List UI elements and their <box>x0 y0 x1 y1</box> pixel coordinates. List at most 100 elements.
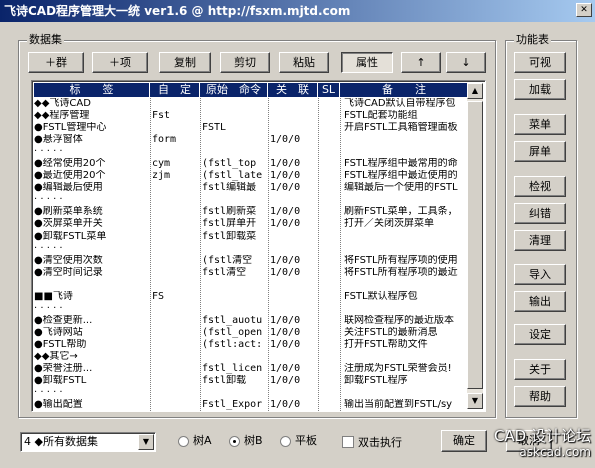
side-button-1[interactable]: 加载 <box>514 79 566 100</box>
cell-c4: 注册成为FSTL荣誉会员! <box>344 363 452 375</box>
table-row[interactable]: ●清空时间记录 fstl清空 1/0/0 将FSTL所有程序项的最近 <box>34 267 468 279</box>
table-row[interactable]: ●最近使用20个 zjm (fstl_late 1/0/0 FSTL程序组中最近使用的 <box>34 170 468 182</box>
cell-c1: zjm <box>152 170 171 182</box>
cell-c3: 1/0/0 <box>270 314 301 326</box>
cell-c4: 将FSTL所有程序项的最近 <box>344 266 458 278</box>
cell-c0: · · · · · <box>34 387 63 399</box>
toolbar-button-0[interactable]: ＋群 <box>28 52 84 73</box>
window-title: 飞诗CAD程序管理大一统 ver1.6 @ http://fsxm.mjtd.c… <box>4 4 351 18</box>
cell-c0: ●编辑最后使用 <box>34 182 103 194</box>
table-row[interactable]: ●茨屏菜单开关 fstl屏单开 1/0/0 打开／关闭茨屏菜单 <box>34 218 468 230</box>
cell-c4: 开启FSTL工具箱管理面板 <box>344 122 458 134</box>
cell-c3: 1/0/0 <box>270 338 301 350</box>
toolbar-button-5[interactable]: 属性 <box>341 52 393 73</box>
table-row[interactable]: ●卸载FSTL菜单 fstl卸载菜 <box>34 231 468 243</box>
table-row[interactable]: ●经常使用20个 cym (fstl_top 1/0/0 FSTL程序组中最常用的命 <box>34 158 468 170</box>
cell-c2: fstl_licen <box>202 363 263 375</box>
cell-c4: FSTL程序组中最常用的命 <box>344 158 458 170</box>
radio-flat[interactable]: 平板 <box>280 434 317 448</box>
toolbar-button-4[interactable]: 粘贴 <box>279 52 329 73</box>
side-button-8[interactable]: 输出 <box>514 291 566 312</box>
col-command[interactable]: 原始 命令 <box>200 83 268 97</box>
cell-c2: fstl刷新菜 <box>202 206 257 218</box>
cell-c3: 1/0/0 <box>270 375 301 387</box>
cell-c1: Fst <box>152 110 171 122</box>
dataset-select[interactable]: 4 ◆所有数据集 ▼ <box>20 432 156 452</box>
side-button-4[interactable]: 检视 <box>514 176 566 197</box>
double-click-execute-checkbox[interactable]: 双击执行 <box>342 434 402 450</box>
table-row[interactable] <box>34 279 468 291</box>
cell-c0: ●茨屏菜单开关 <box>34 218 103 230</box>
double-click-execute-label: 双击执行 <box>358 436 402 449</box>
toolbar-button-2[interactable]: 复制 <box>159 52 211 73</box>
side-button-11[interactable]: 帮助 <box>514 386 566 407</box>
cell-c3: 1/0/0 <box>270 254 301 266</box>
cell-c0: ●输出配置 <box>34 399 83 411</box>
table-row[interactable]: ●飞诗网站 (fstl_open 1/0/0 关注FSTL的最新消息 <box>34 327 468 339</box>
scroll-thumb[interactable] <box>467 101 483 389</box>
table-row[interactable]: ●检查更新... fstl_auotu 1/0/0 联网检查程序的最近版本 <box>34 315 468 327</box>
table-row[interactable]: ◆◆其它→ <box>34 351 468 363</box>
toolbar-button-3[interactable]: 剪切 <box>220 52 270 73</box>
cell-c3: 1/0/0 <box>270 363 301 375</box>
toolbar-button-6[interactable]: ↑ <box>401 52 441 73</box>
vertical-scrollbar[interactable]: ▲ ▼ <box>467 83 483 409</box>
col-custom[interactable]: 自 定 <box>150 83 200 97</box>
table-row[interactable]: · · · · · <box>34 243 468 255</box>
table-row[interactable]: · · · · · <box>34 303 468 315</box>
title-bar[interactable]: 飞诗CAD程序管理大一统 ver1.6 @ http://fsxm.mjtd.c… <box>0 0 595 22</box>
cell-c2: (fstl_late <box>202 170 263 182</box>
col-note[interactable]: 备 注 <box>340 83 468 97</box>
table-row[interactable]: ●荣誉注册... fstl_licen 1/0/0 注册成为FSTL荣誉会员! <box>34 363 468 375</box>
cell-c2: (fstl清空 <box>202 254 253 266</box>
side-button-10[interactable]: 关于 <box>514 359 566 380</box>
side-button-0[interactable]: 可视 <box>514 52 566 73</box>
cell-c0: ◆◆飞诗CAD <box>34 98 91 109</box>
table-row[interactable]: ●FSTL帮助 (fstl:act: 1/0/0 打开FSTL帮助文件 <box>34 339 468 351</box>
col-sl[interactable]: SL <box>318 83 340 97</box>
table-row[interactable]: · · · · · <box>34 387 468 399</box>
ok-button[interactable]: 确定 <box>441 430 487 452</box>
col-link[interactable]: 关 联 <box>268 83 318 97</box>
table-row[interactable]: · · · · · <box>34 146 468 158</box>
cell-c1: FS <box>152 290 165 302</box>
list-header: 标 签 自 定 原始 命令 关 联 SL 备 注 <box>34 83 468 97</box>
table-row[interactable]: ●卸载FSTL fstl卸载 1/0/0 卸载FSTL程序 <box>34 375 468 387</box>
side-button-3[interactable]: 屏单 <box>514 141 566 162</box>
toolbar-button-7[interactable]: ↓ <box>446 52 486 73</box>
col-label[interactable]: 标 签 <box>34 83 150 97</box>
table-row[interactable]: ●FSTL管理中心 FSTL 开启FSTL工具箱管理面板 <box>34 122 468 134</box>
table-row[interactable]: ●输出配置 Fstl_Expor 1/0/0 输出当前配置到FSTL/sy <box>34 399 468 411</box>
cell-c4: 输出当前配置到FSTL/sy <box>344 399 453 411</box>
table-row[interactable]: ●清空使用次数 (fstl清空 1/0/0 将FSTL所有程序项的使用 <box>34 255 468 267</box>
program-tree-list[interactable]: 标 签 自 定 原始 命令 关 联 SL 备 注 ◆◆飞诗CAD 飞诗CAD默认自… <box>31 80 486 412</box>
chevron-down-icon[interactable]: ▼ <box>138 434 154 450</box>
cell-c2: (fstl_open <box>202 326 263 338</box>
cell-c4: FSTL配套功能组 <box>344 110 418 122</box>
side-button-5[interactable]: 纠错 <box>514 203 566 224</box>
table-row[interactable]: · · · · · <box>34 194 468 206</box>
cell-c0: ●悬浮窗体 <box>34 134 83 146</box>
radio-tree-b[interactable]: 树B <box>229 434 263 448</box>
scroll-down-icon[interactable]: ▼ <box>467 393 483 409</box>
toolbar-button-1[interactable]: ＋项 <box>92 52 148 73</box>
table-row[interactable]: ●刷新菜单系统 fstl刷新菜 1/0/0 刷新FSTL菜单，工具条， <box>34 206 468 218</box>
close-icon[interactable]: ✕ <box>576 3 592 17</box>
side-button-2[interactable]: 菜单 <box>514 114 566 135</box>
table-row[interactable]: ◆◆程序管理 Fst FSTL配套功能组 <box>34 110 468 122</box>
cell-c3: 1/0/0 <box>270 266 301 278</box>
cell-c4: 飞诗CAD默认自带程序包 <box>344 98 456 109</box>
radio-tree-a[interactable]: 树A <box>178 434 212 448</box>
scroll-up-icon[interactable]: ▲ <box>467 83 483 99</box>
dataset-select-value: 4 ◆所有数据集 <box>24 435 98 448</box>
table-row[interactable]: ●编辑最后使用 fstl编辑最 1/0/0 编辑最后一个使用的FSTL <box>34 182 468 194</box>
side-button-6[interactable]: 清理 <box>514 230 566 251</box>
cell-c4: FSTL程序组中最近使用的 <box>344 170 458 182</box>
cell-c4: 打开／关闭茨屏菜单 <box>344 218 434 230</box>
cell-c3: 1/0/0 <box>270 218 301 230</box>
table-row[interactable]: ●悬浮窗体 form 1/0/0 <box>34 134 468 146</box>
table-row[interactable]: ■■飞诗 FS FSTL默认程序包 <box>34 291 468 303</box>
table-row[interactable]: ◆◆飞诗CAD 飞诗CAD默认自带程序包 <box>34 98 468 110</box>
side-button-9[interactable]: 设定 <box>514 324 566 345</box>
side-button-7[interactable]: 导入 <box>514 264 566 285</box>
